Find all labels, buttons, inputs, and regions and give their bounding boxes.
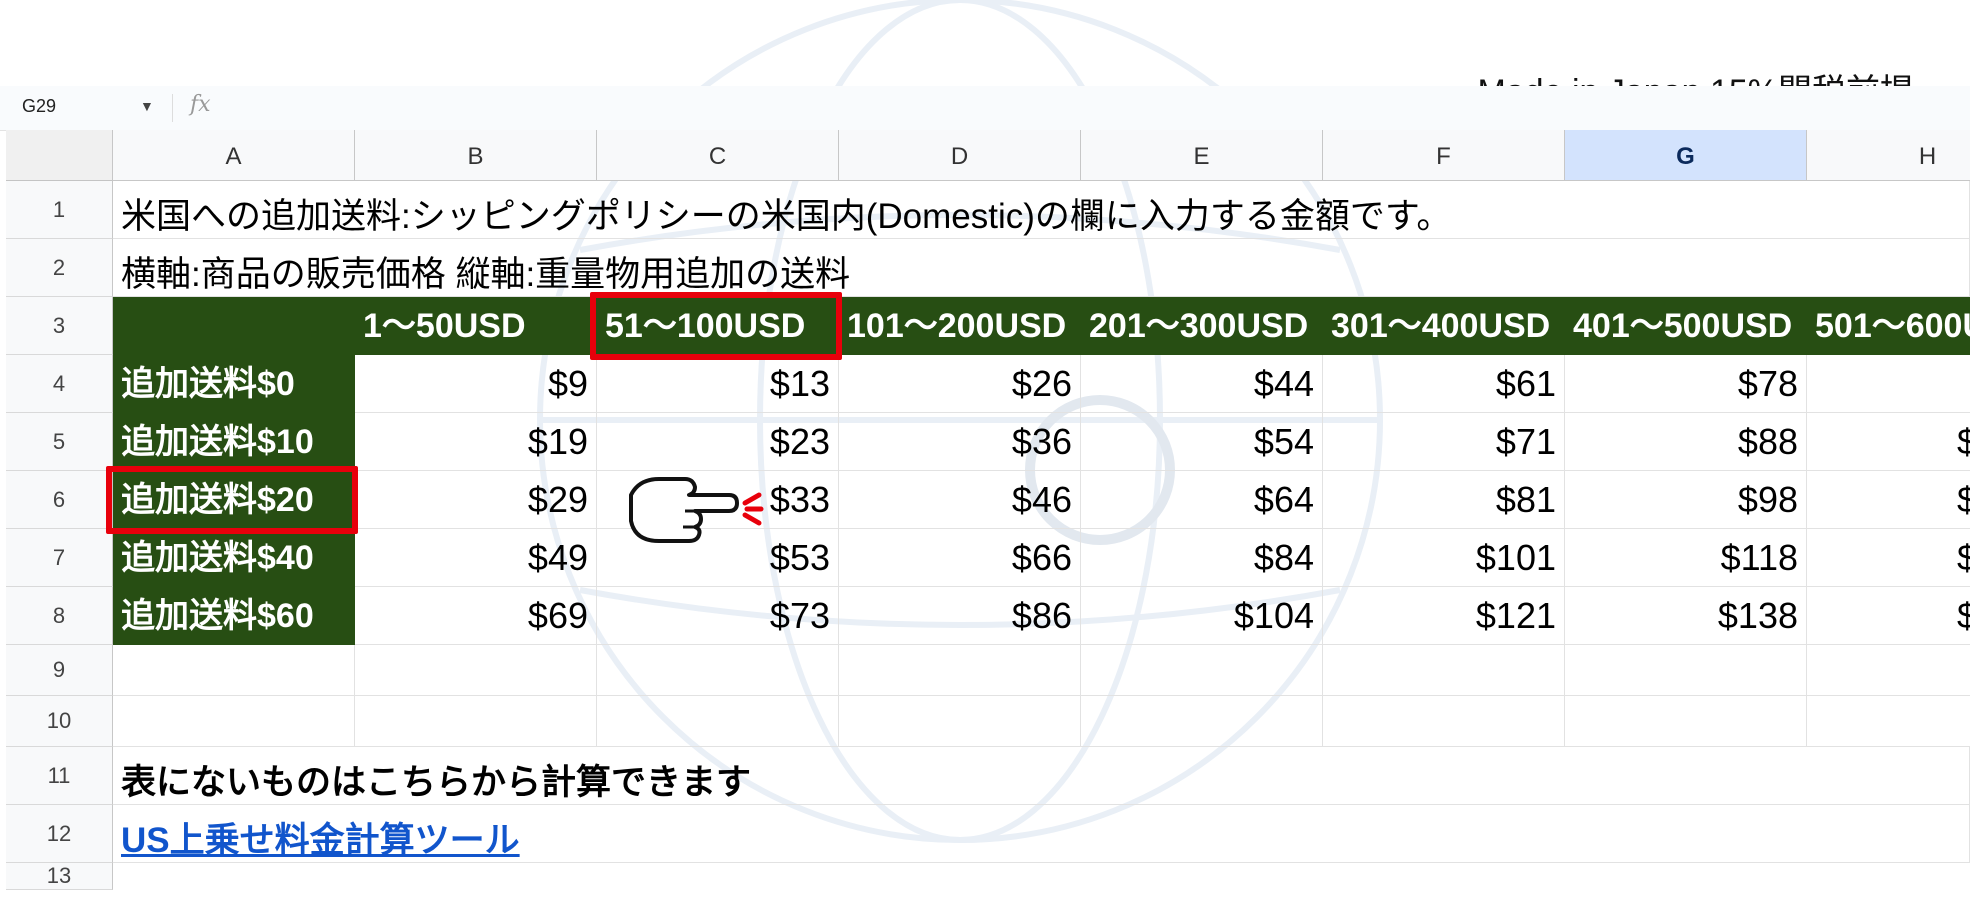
pointing-hand-icon: [629, 477, 764, 543]
table-cell[interactable]: $66: [839, 529, 1081, 587]
column-header-g[interactable]: G: [1565, 130, 1807, 181]
table-cell[interactable]: $84: [1081, 529, 1323, 587]
formula-divider: [172, 94, 173, 122]
shipping-label-cell[interactable]: 追加送料$10: [113, 413, 355, 471]
table-cell[interactable]: $71: [1323, 413, 1565, 471]
row-header[interactable]: 12: [6, 805, 113, 863]
column-header-h[interactable]: H: [1807, 130, 1970, 181]
table-cell[interactable]: $54: [1081, 413, 1323, 471]
row-header[interactable]: 13: [6, 863, 113, 890]
table-cell[interactable]: $98: [1565, 471, 1807, 529]
formula-bar: G29 ▼ fx: [0, 86, 1970, 131]
table-cell[interactable]: $19: [355, 413, 597, 471]
shipping-label-cell[interactable]: 追加送料$0: [113, 355, 355, 413]
column-header-e[interactable]: E: [1081, 130, 1323, 181]
dropdown-caret-icon[interactable]: ▼: [140, 98, 154, 114]
row-header[interactable]: 9: [6, 645, 113, 696]
table-cell[interactable]: $86: [839, 587, 1081, 645]
name-box[interactable]: G29: [22, 96, 56, 117]
row-header[interactable]: 4: [6, 355, 113, 413]
price-header-cell[interactable]: 301〜400USD: [1323, 297, 1565, 355]
table-cell[interactable]: $101: [1323, 529, 1565, 587]
table-cell[interactable]: $49: [355, 529, 597, 587]
column-header-d[interactable]: D: [839, 130, 1081, 181]
spreadsheet-grid: A B C D E F G H 1 2 3 4 5 6 7 8 9 10 11 …: [0, 130, 1970, 890]
price-header-cell[interactable]: 1〜50USD: [355, 297, 597, 355]
table-cell[interactable]: $104: [1081, 587, 1323, 645]
column-header-f[interactable]: F: [1323, 130, 1565, 181]
table-cell[interactable]: $9: [355, 355, 597, 413]
price-header-cell[interactable]: 201〜300USD: [1081, 297, 1323, 355]
table-cell[interactable]: $13: [597, 355, 839, 413]
row-header[interactable]: 10: [6, 696, 113, 747]
calc-tool-link[interactable]: US上乗せ料金計算ツール: [121, 812, 520, 863]
shipping-label-cell[interactable]: 追加送料$60: [113, 587, 355, 645]
table-cell[interactable]: $46: [839, 471, 1081, 529]
table-cell[interactable]: $73: [597, 587, 839, 645]
table-cell[interactable]: $23: [597, 413, 839, 471]
row-header[interactable]: 8: [6, 587, 113, 645]
table-cell[interactable]: $: [1807, 529, 1970, 587]
row-header[interactable]: 2: [6, 239, 113, 297]
instruction-text-row2[interactable]: 横軸:商品の販売価格 縦軸:重量物用追加の送料: [121, 246, 850, 297]
row-header[interactable]: 11: [6, 747, 113, 805]
row-header[interactable]: 1: [6, 181, 113, 239]
table-cell[interactable]: $88: [1565, 413, 1807, 471]
table-cell[interactable]: $: [1807, 587, 1970, 645]
table-cell[interactable]: $81: [1323, 471, 1565, 529]
table-cell[interactable]: $26: [839, 355, 1081, 413]
table-cell[interactable]: $138: [1565, 587, 1807, 645]
fx-icon: fx: [190, 92, 211, 117]
table-cell[interactable]: $121: [1323, 587, 1565, 645]
table-cell[interactable]: $36: [839, 413, 1081, 471]
table-cell[interactable]: $78: [1565, 355, 1807, 413]
table-cell[interactable]: $61: [1323, 355, 1565, 413]
row-header[interactable]: 6: [6, 471, 113, 529]
price-header-cell[interactable]: 101〜200USD: [839, 297, 1081, 355]
table-cell[interactable]: $44: [1081, 355, 1323, 413]
table-cell[interactable]: $: [1807, 471, 1970, 529]
instruction-text-row1[interactable]: 米国への追加送料:シッピングポリシーの米国内(Domestic)の欄に入力する金…: [121, 188, 1451, 239]
calc-note: 表にないものはこちらから計算できます: [121, 763, 752, 802]
column-header-a[interactable]: A: [113, 130, 355, 181]
column-header-c[interactable]: C: [597, 130, 839, 181]
table-cell[interactable]: $69: [355, 587, 597, 645]
table-cell[interactable]: $118: [1565, 529, 1807, 587]
table-corner-cell[interactable]: [113, 297, 355, 355]
column-header-b[interactable]: B: [355, 130, 597, 181]
highlight-box-price-column: [590, 292, 842, 360]
row-header[interactable]: 5: [6, 413, 113, 471]
row-header[interactable]: 7: [6, 529, 113, 587]
highlight-box-shipping-row: [106, 466, 358, 534]
table-cell[interactable]: $29: [355, 471, 597, 529]
price-header-cell[interactable]: 401〜500USD: [1565, 297, 1807, 355]
row-header[interactable]: 3: [6, 297, 113, 355]
shipping-label-cell[interactable]: 追加送料$40: [113, 529, 355, 587]
table-cell[interactable]: [1807, 355, 1970, 413]
table-cell[interactable]: $: [1807, 413, 1970, 471]
select-all-corner[interactable]: [6, 130, 113, 184]
table-cell[interactable]: $64: [1081, 471, 1323, 529]
price-header-cell[interactable]: 501〜600USD: [1807, 297, 1970, 355]
